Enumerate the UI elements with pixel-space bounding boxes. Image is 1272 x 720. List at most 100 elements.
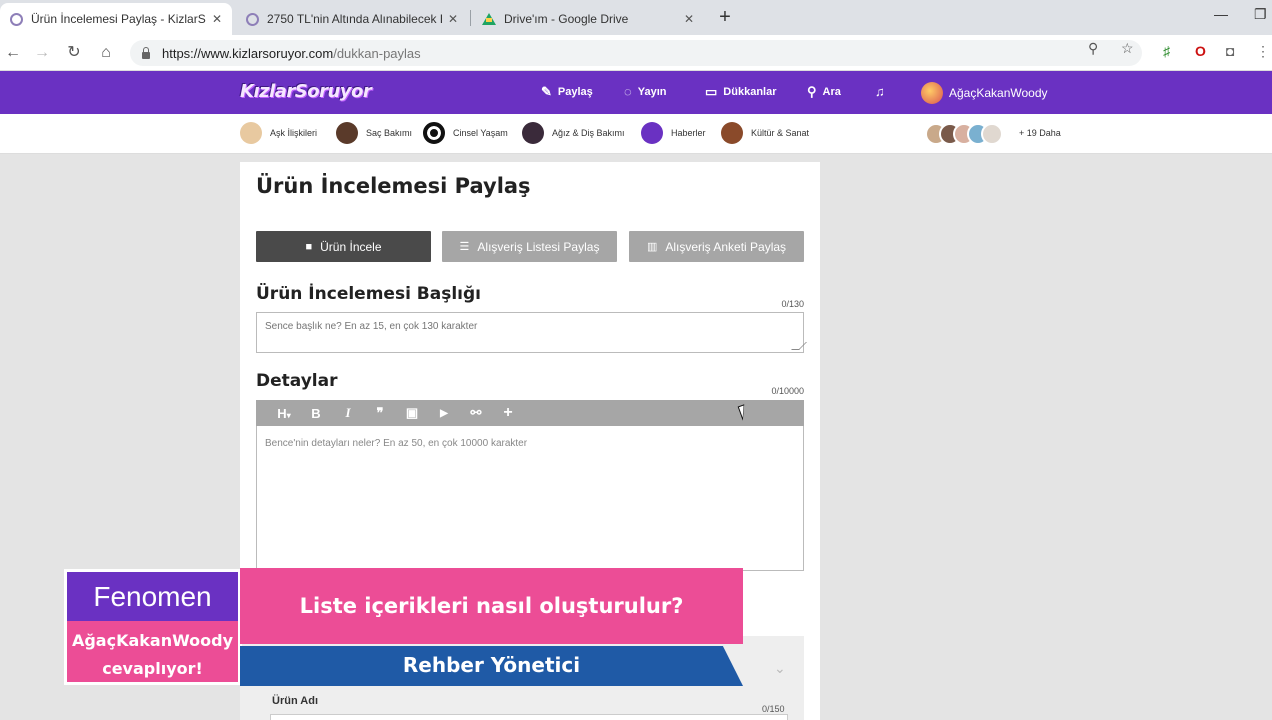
review-title-input[interactable]	[256, 312, 804, 353]
overlay-role: Rehber Yönetici	[240, 646, 743, 686]
tab-product-review[interactable]: ■ Ürün İncele	[256, 231, 431, 262]
category-news[interactable]: Haberler	[641, 122, 706, 144]
category-avatar	[641, 122, 663, 144]
heading-button[interactable]: H▾	[268, 406, 300, 421]
nav-search[interactable]: ⚲ Ara	[807, 84, 841, 100]
italic-button[interactable]: I	[332, 405, 364, 421]
category-avatar	[423, 122, 445, 144]
avatar	[981, 123, 1003, 145]
category-label: Cinsel Yaşam	[453, 128, 508, 138]
add-icon[interactable]: +	[492, 404, 524, 422]
nav-stores[interactable]: ▭ Dükkanlar	[705, 84, 777, 100]
editor-toolbar: H▾ B I ❞ ▣ ▶ ⚯ +	[256, 400, 804, 426]
bag-icon: ■	[305, 240, 313, 253]
url-path: /dukkan-paylas	[333, 45, 421, 61]
more-menu-icon[interactable]: ⋮	[1256, 43, 1270, 60]
close-icon[interactable]: ✕	[212, 12, 222, 26]
browser-tab-active[interactable]: Ürün İncelemesi Paylaş - KizlarSoruyor ✕	[0, 3, 232, 35]
maximize-icon[interactable]: ❐	[1254, 6, 1267, 23]
category-label: Aşk İlişkileri	[270, 128, 318, 138]
lock-icon	[142, 46, 150, 59]
store-icon: ▭	[705, 84, 718, 99]
nav-share[interactable]: ✎ Paylaş	[541, 84, 593, 100]
forward-arrow-icon[interactable]: →	[31, 42, 53, 64]
site-logo[interactable]: KızlarSoruyor	[240, 81, 372, 102]
category-avatar	[240, 122, 262, 144]
nav-feed[interactable]: ◌ Yayın	[624, 84, 666, 99]
username: AğaçKakanWoody	[949, 86, 1048, 100]
bar-chart-icon: ▥	[646, 241, 658, 253]
category-culture[interactable]: Kültür & Sanat	[721, 122, 809, 144]
category-love[interactable]: Aşk İlişkileri	[240, 122, 317, 144]
heading-glyph: H	[277, 405, 287, 421]
overlay-answers: cevaplıyor!	[102, 659, 203, 678]
minimize-icon[interactable]: —	[1214, 6, 1228, 22]
overlay-user-box: AğaçKakanWoody cevaplıyor!	[67, 621, 238, 682]
google-drive-favicon-icon	[482, 13, 496, 25]
tab-label: Alışveriş Listesi Paylaş	[477, 239, 600, 254]
overlay-brand: Fenomen	[67, 572, 238, 621]
overlay-username: AğaçKakanWoody	[71, 631, 234, 650]
details-counter: 0/10000	[771, 386, 804, 396]
product-name-input[interactable]	[270, 714, 788, 720]
browser-tab[interactable]: 2750 TL'nin Altında Alınabilecek En İyi …	[236, 3, 468, 35]
category-label: Ağız & Diş Bakımı	[552, 128, 625, 138]
tab-shopping-poll[interactable]: ▥ Alışveriş Anketi Paylaş	[629, 231, 804, 262]
category-dental[interactable]: Ağız & Diş Bakımı	[522, 122, 625, 144]
details-editor[interactable]: Bence'nin detayları neler? En az 50, en …	[256, 426, 804, 571]
category-bar: Aşk İlişkileri Saç Bakımı Cinsel Yaşam A…	[0, 114, 1272, 154]
category-hair[interactable]: Saç Bakımı	[336, 122, 412, 144]
quote-icon[interactable]: ❞	[364, 405, 396, 421]
kizlarsoruyor-favicon-icon	[246, 12, 259, 26]
list-icon: ☰	[459, 241, 470, 253]
category-avatar	[721, 122, 743, 144]
category-sex[interactable]: Cinsel Yaşam	[423, 122, 508, 144]
product-name-label: Ürün Adı	[272, 695, 319, 707]
back-arrow-icon[interactable]: ←	[2, 42, 24, 64]
category-avatar	[522, 122, 544, 144]
chevron-down-icon[interactable]: ⌄	[774, 660, 786, 677]
opera-extension-icon[interactable]: O	[1195, 43, 1206, 59]
bold-button[interactable]: B	[300, 406, 332, 421]
tab-shopping-list[interactable]: ☰ Alışveriş Listesi Paylaş	[442, 231, 617, 262]
avatar	[921, 82, 943, 104]
zoom-icon[interactable]: ⚲	[1088, 40, 1098, 57]
star-icon[interactable]: ☆	[1121, 40, 1134, 57]
search-icon: ⚲	[807, 84, 817, 99]
browser-tab[interactable]: Drive'ım - Google Drive ✕	[472, 3, 704, 35]
tab-title: Ürün İncelemesi Paylaş - KizlarSoruyor	[31, 12, 206, 26]
video-icon[interactable]: ▶	[428, 408, 460, 419]
more-categories-avatars[interactable]	[925, 123, 1003, 145]
address-bar[interactable]: https://www.kizlarsoruyor.com/dukkan-pay…	[130, 40, 1142, 66]
tab-separator	[470, 10, 471, 26]
category-avatar	[336, 122, 358, 144]
extension-icon[interactable]: ♯	[1163, 43, 1170, 59]
category-label: Haberler	[671, 128, 706, 138]
notifications-button[interactable]: ♫	[875, 84, 891, 99]
link-icon[interactable]: ⚯	[460, 405, 492, 421]
browser-tab-strip: Ürün İncelemesi Paylaş - KizlarSoruyor ✕…	[0, 0, 1272, 35]
camera-icon[interactable]: ◘	[1226, 43, 1234, 59]
close-icon[interactable]: ✕	[448, 12, 458, 26]
tab-title: Drive'ım - Google Drive	[504, 12, 629, 26]
close-icon[interactable]: ✕	[684, 12, 694, 26]
product-name-counter: 0/150	[762, 704, 785, 714]
nav-label: Paylaş	[557, 86, 593, 98]
nav-label: Dükkanlar	[723, 86, 777, 98]
page-title: Ürün İncelemesi Paylaş	[256, 174, 531, 198]
kizlarsoruyor-favicon-icon	[10, 12, 23, 26]
url-host: https://www.kizlarsoruyor.com	[162, 45, 334, 61]
refresh-icon: ◌	[624, 84, 632, 99]
nav-label: Yayın	[637, 85, 667, 98]
image-icon[interactable]: ▣	[396, 405, 428, 421]
category-label: Kültür & Sanat	[751, 128, 810, 138]
chevron-down-icon: ▾	[286, 410, 291, 420]
tab-label: Alışveriş Anketi Paylaş	[665, 239, 787, 254]
more-categories-link[interactable]: + 19 Daha	[1019, 128, 1061, 138]
reload-icon[interactable]: ↻	[63, 42, 85, 64]
home-icon[interactable]: ⌂	[95, 42, 117, 64]
user-menu[interactable]: AğaçKakanWoody	[921, 82, 1048, 104]
bell-icon: ♫	[875, 84, 885, 99]
overlay-question: Liste içerikleri nasıl oluşturulur?	[240, 568, 743, 644]
new-tab-button[interactable]: +	[713, 6, 737, 30]
